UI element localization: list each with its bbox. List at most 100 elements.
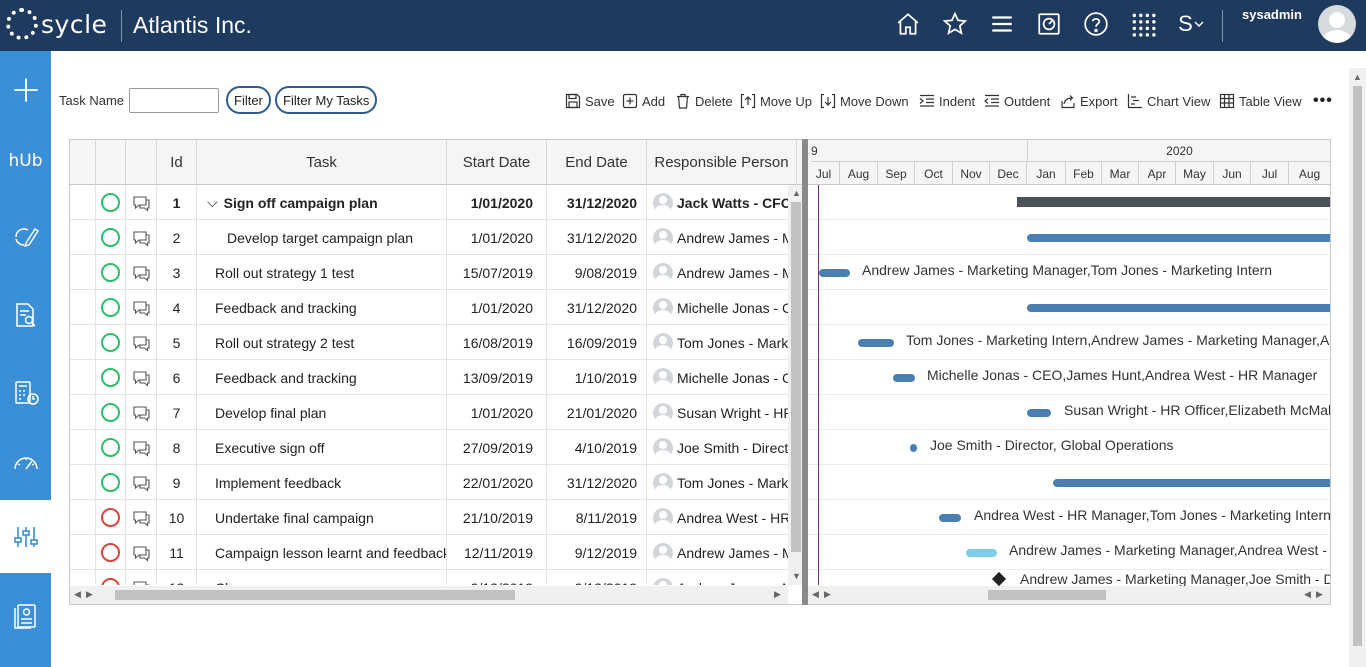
task-name-input[interactable] xyxy=(129,88,219,113)
row-select-cell[interactable] xyxy=(70,220,96,255)
s-dropdown-icon[interactable]: S xyxy=(1176,11,1206,37)
task-cell[interactable]: Feedback and tracking xyxy=(197,360,447,395)
comments-icon[interactable] xyxy=(126,290,157,325)
row-select-cell[interactable] xyxy=(70,535,96,570)
home-icon[interactable] xyxy=(895,11,921,37)
filter-button[interactable]: Filter xyxy=(226,86,271,114)
comments-icon[interactable] xyxy=(126,325,157,360)
task-cell[interactable]: Roll out strategy 1 test xyxy=(197,255,447,290)
table-row[interactable]: 6 Feedback and tracking 13/09/2019 1/10/201… xyxy=(70,360,788,395)
comments-icon[interactable] xyxy=(126,465,157,500)
sidebar-sync-edit[interactable] xyxy=(0,200,51,273)
table-row[interactable]: 12 Cl 9/12/2019 9/12/2019 Andrew James - M xyxy=(70,570,788,585)
export-button[interactable]: Export xyxy=(1060,92,1118,110)
comments-icon[interactable] xyxy=(126,395,157,430)
scroll-up-arrow[interactable]: ▲ xyxy=(792,188,801,198)
page-scroll-thumb[interactable] xyxy=(1353,86,1362,646)
menu-icon[interactable] xyxy=(989,11,1015,37)
comments-icon[interactable] xyxy=(126,185,157,220)
sidebar-add[interactable] xyxy=(0,53,51,126)
sidebar-calculator-clock[interactable] xyxy=(0,356,51,429)
comments-icon[interactable] xyxy=(126,220,157,255)
task-bar[interactable] xyxy=(819,269,850,277)
row-select-cell[interactable] xyxy=(70,325,96,360)
indent-button[interactable]: Indent xyxy=(919,92,975,110)
comments-icon[interactable] xyxy=(126,430,157,465)
task-cell[interactable]: Roll out strategy 2 test xyxy=(197,325,447,360)
row-select-cell[interactable] xyxy=(70,465,96,500)
row-select-cell[interactable] xyxy=(70,290,96,325)
table-row[interactable]: 11 Campaign lesson learnt and feedback 12/… xyxy=(70,535,788,570)
apps-grid-icon[interactable] xyxy=(1130,11,1156,37)
row-select-cell[interactable] xyxy=(70,430,96,465)
scroll-right-arrow[interactable]: ▶ xyxy=(86,589,93,600)
collapse-chevron-icon[interactable]: ⌵ xyxy=(207,194,218,211)
outdent-button[interactable]: Outdent xyxy=(984,92,1050,110)
header-responsible-person[interactable]: Responsible Person xyxy=(647,140,797,185)
table-row[interactable]: 10 Undertake final campaign 21/10/2019 8/11… xyxy=(70,500,788,535)
table-view-button[interactable]: Table View xyxy=(1219,92,1302,110)
sycle-logo[interactable]: sycle xyxy=(6,8,107,40)
row-select-cell[interactable] xyxy=(70,255,96,290)
sidebar-report[interactable] xyxy=(0,579,51,652)
move-up-button[interactable]: Move Up xyxy=(740,92,812,110)
comments-icon[interactable] xyxy=(126,500,157,535)
sidebar-hub[interactable]: hUb xyxy=(0,124,51,197)
task-cell[interactable]: Cl xyxy=(197,570,447,585)
gantt-scroll-right-end-arrow[interactable]: ▶ xyxy=(1316,589,1323,600)
sidebar-document-search[interactable] xyxy=(0,278,51,351)
task-bar[interactable] xyxy=(1027,234,1330,242)
header-start-date[interactable]: Start Date xyxy=(447,140,547,185)
gantt-scroll-left-end-arrow[interactable]: ◀ xyxy=(1304,589,1311,600)
task-cell[interactable]: Implement feedback xyxy=(197,465,447,500)
filter-my-tasks-button[interactable]: Filter My Tasks xyxy=(275,86,378,114)
header-task[interactable]: Task xyxy=(197,140,447,185)
sidebar-gauge[interactable] xyxy=(0,427,51,500)
username[interactable]: sysadmin xyxy=(1242,7,1302,22)
table-row[interactable]: 8 Executive sign off 27/09/2019 4/10/2019 Jo… xyxy=(70,430,788,465)
task-cell[interactable]: Develop target campaign plan xyxy=(197,220,447,255)
table-row[interactable]: 4 Feedback and tracking 1/01/2020 31/12/202… xyxy=(70,290,788,325)
dashboard-icon[interactable] xyxy=(1036,11,1062,37)
row-select-cell[interactable] xyxy=(70,570,96,585)
task-cell[interactable]: Campaign lesson learnt and feedback xyxy=(197,535,447,570)
comments-icon[interactable] xyxy=(126,360,157,395)
row-select-cell[interactable] xyxy=(70,395,96,430)
task-bar[interactable] xyxy=(1027,409,1051,417)
grid-horizontal-scroll-thumb[interactable] xyxy=(115,590,515,600)
gantt-horizontal-scrollbar[interactable]: ◀ ▶ ◀ ▶ xyxy=(808,586,1330,604)
scroll-left-arrow[interactable]: ◀ xyxy=(74,589,81,600)
comments-icon[interactable] xyxy=(126,255,157,290)
gantt-scroll-left-arrow[interactable]: ◀ xyxy=(812,589,819,600)
comments-icon[interactable] xyxy=(126,535,157,570)
delete-button[interactable]: Delete xyxy=(675,92,733,110)
header-end-date[interactable]: End Date xyxy=(547,140,647,185)
task-cell[interactable]: ⌵ Sign off campaign plan xyxy=(197,185,447,220)
comments-icon[interactable] xyxy=(126,570,157,585)
milestone-diamond-icon[interactable] xyxy=(991,571,1007,587)
page-scroll-up-arrow[interactable]: ▲ xyxy=(1353,72,1362,82)
table-row[interactable]: 9 Implement feedback 22/01/2020 31/12/2020 T… xyxy=(70,465,788,500)
help-icon[interactable] xyxy=(1083,11,1109,37)
more-options-button[interactable]: ••• xyxy=(1313,92,1333,110)
gantt-horizontal-scroll-thumb[interactable] xyxy=(988,590,1106,600)
row-select-cell[interactable] xyxy=(70,500,96,535)
task-cell[interactable]: Undertake final campaign xyxy=(197,500,447,535)
grid-vertical-scroll-thumb[interactable] xyxy=(791,202,801,552)
add-button[interactable]: Add xyxy=(622,92,665,110)
row-select-cell[interactable] xyxy=(70,360,96,395)
table-row[interactable]: 3 Roll out strategy 1 test 15/07/2019 9/08/… xyxy=(70,255,788,290)
scroll-down-arrow[interactable]: ▼ xyxy=(792,571,801,581)
star-icon[interactable] xyxy=(942,11,968,37)
save-button[interactable]: Save xyxy=(565,92,615,110)
user-avatar[interactable] xyxy=(1318,5,1356,43)
table-row[interactable]: 2 Develop target campaign plan 1/01/2020 31… xyxy=(70,220,788,255)
task-bar[interactable] xyxy=(893,374,915,382)
task-cell[interactable]: Feedback and tracking xyxy=(197,290,447,325)
sidebar-gantt-tasks[interactable] xyxy=(0,500,51,573)
row-select-cell[interactable] xyxy=(70,185,96,220)
header-id[interactable]: Id xyxy=(157,140,197,185)
task-bar[interactable] xyxy=(966,549,997,557)
gantt-scroll-right-arrow[interactable]: ▶ xyxy=(824,589,831,600)
task-bar[interactable] xyxy=(1053,479,1330,487)
